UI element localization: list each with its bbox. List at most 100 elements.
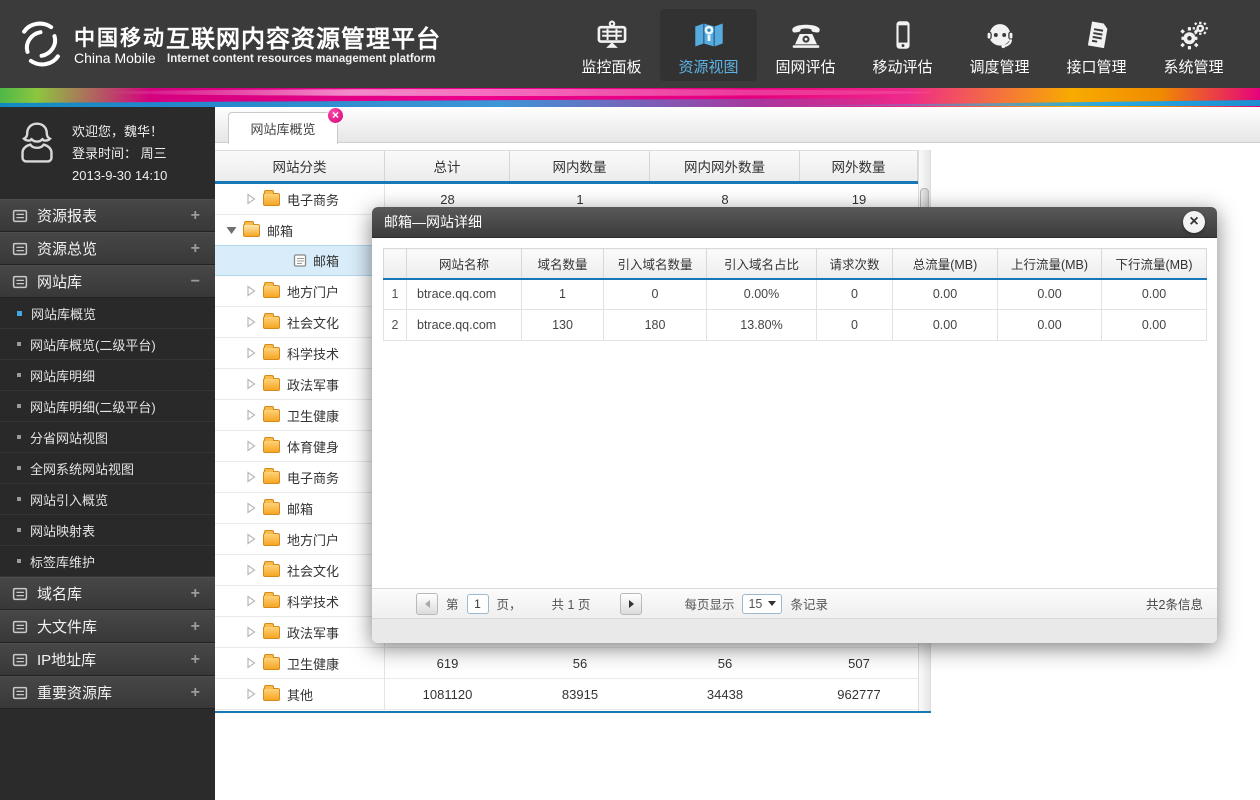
modal-column-header-网站名称[interactable]: 网站名称 [406,248,522,280]
welcome-text: 欢迎您，魏华！ [72,124,164,139]
sidebar-section-重要资源库[interactable]: 重要资源库 + [0,676,215,709]
modal-cell-引入域名数量: 180 [603,309,707,341]
nav-item-固网评估[interactable]: 固网评估 [757,9,854,81]
modal-column-header-引入域名占比[interactable]: 引入域名占比 [706,248,817,280]
caret-right-icon[interactable] [245,378,257,390]
tree-node-科学技术[interactable]: 科学技术 [215,338,385,368]
tree-node-社会文化[interactable]: 社会文化 [215,307,385,337]
sidebar-item-全网系统网站视图[interactable]: 全网系统网站视图 [0,453,215,484]
sidebar-item-网站库概览[interactable]: 网站库概览 [0,298,215,329]
sidebar-section-域名库[interactable]: 域名库 + [0,577,215,610]
caret-right-icon[interactable] [245,316,257,328]
sidebar-item-网站库明细(二级平台)[interactable]: 网站库明细(二级平台) [0,391,215,422]
sidebar-item-分省网站视图[interactable]: 分省网站视图 [0,422,215,453]
tree-node-体育健身[interactable]: 体育健身 [215,431,385,461]
sidebar-item-网站库概览(二级平台)[interactable]: 网站库概览(二级平台) [0,329,215,360]
modal-column-header-index[interactable] [383,248,407,280]
minus-icon[interactable]: − [191,273,200,291]
nav-item-资源视图[interactable]: 资源视图 [660,9,757,81]
tree-node-邮箱[interactable]: 邮箱 [215,493,385,523]
sidebar-item-网站引入概览[interactable]: 网站引入概览 [0,484,215,515]
sidebar-section-网站库[interactable]: 网站库 − [0,265,215,298]
plus-icon[interactable]: + [191,618,200,636]
plus-icon[interactable]: + [191,684,200,702]
nav-item-系统管理[interactable]: 系统管理 [1145,9,1242,81]
caret-down-icon[interactable] [225,226,237,235]
caret-right-icon[interactable] [245,193,257,205]
sidebar-section-资源报表[interactable]: 资源报表 + [0,199,215,232]
tab-close-icon[interactable]: × [327,107,344,124]
caret-right-icon[interactable] [245,440,257,452]
tree-node-label: 科学技术 [287,346,340,362]
nav-item-调度管理[interactable]: 调度管理 [951,9,1048,81]
modal-column-header-域名数量[interactable]: 域名数量 [521,248,604,280]
bullet-icon [17,497,21,501]
tree-node-邮箱[interactable]: 邮箱 [215,215,385,245]
modal-column-header-下行流量(MB)[interactable]: 下行流量(MB) [1101,248,1207,280]
tree-node-其他[interactable]: 其他 [215,679,385,709]
tree-node-邮箱[interactable]: 邮箱 [215,246,385,275]
column-header-网站分类[interactable]: 网站分类 [215,151,385,181]
modal-cell-网站名称: btrace.qq.com [406,309,522,341]
plus-icon[interactable]: + [191,651,200,669]
tree-node-地方门户[interactable]: 地方门户 [215,524,385,554]
prev-page-button[interactable] [416,592,438,615]
tab-website-overview[interactable]: 网站库概览 × [228,107,344,144]
modal-column-header-上行流量(MB)[interactable]: 上行流量(MB) [997,248,1102,280]
sidebar-item-网站映射表[interactable]: 网站映射表 [0,515,215,546]
column-header-网内数量[interactable]: 网内数量 [510,151,650,181]
modal-table-row[interactable]: 1 btrace.qq.com 1 0 0.00% 0 0.00 0.00 0.00 [383,278,1207,310]
table-row[interactable]: 其他 1081120 83915 34438 962777 [215,679,918,710]
caret-right-icon[interactable] [245,409,257,421]
plus-icon[interactable]: + [191,207,200,225]
caret-right-icon[interactable] [245,502,257,514]
caret-right-icon[interactable] [245,688,257,700]
page-subtitle: Internet content resources management pl… [167,53,436,65]
tree-node-科学技术[interactable]: 科学技术 [215,586,385,616]
nav-item-移动评估[interactable]: 移动评估 [854,9,951,81]
caret-right-icon[interactable] [245,533,257,545]
sidebar-section-大文件库[interactable]: 大文件库 + [0,610,215,643]
page-number-input[interactable]: 1 [466,593,489,614]
column-header-网内网外数量[interactable]: 网内网外数量 [650,151,800,181]
modal-column-header-总流量(MB)[interactable]: 总流量(MB) [892,248,998,280]
per-page-select[interactable]: 15 [742,593,783,614]
tree-node-卫生健康[interactable]: 卫生健康 [215,400,385,430]
brand-name-en: China Mobile [74,50,156,66]
plus-icon[interactable]: + [191,240,200,258]
next-page-button[interactable] [620,592,643,615]
tree-node-政法军事[interactable]: 政法军事 [215,369,385,399]
caret-right-icon[interactable] [245,285,257,297]
page-icon [293,253,307,268]
sidebar-section-资源总览[interactable]: 资源总览 + [0,232,215,265]
nav-item-监控面板[interactable]: 监控面板 [563,9,660,81]
caret-right-icon[interactable] [245,626,257,638]
sidebar-item-网站库明细[interactable]: 网站库明细 [0,360,215,391]
modal-header[interactable]: 邮箱—网站详细 × [372,207,1217,238]
modal-close-icon[interactable]: × [1183,211,1205,233]
caret-right-icon[interactable] [245,564,257,576]
modal-table-row[interactable]: 2 btrace.qq.com 130 180 13.80% 0 0.00 0.00 0.00 [383,309,1207,341]
table-row[interactable]: 卫生健康 619 56 56 507 [215,648,918,679]
caret-right-icon[interactable] [245,657,257,669]
plus-icon[interactable]: + [191,585,200,603]
caret-right-icon[interactable] [245,347,257,359]
caret-right-icon[interactable] [245,471,257,483]
tree-node-地方门户[interactable]: 地方门户 [215,276,385,306]
modal-cell-网站名称: btrace.qq.com [406,278,522,310]
folder-icon [263,436,280,453]
tree-node-政法军事[interactable]: 政法军事 [215,617,385,647]
app-root: 中国移动 China Mobile 互联网内容资源管理平台 Internet c… [0,0,1260,800]
tree-node-电子商务[interactable]: 电子商务 [215,184,385,214]
modal-column-header-请求次数[interactable]: 请求次数 [816,248,893,280]
sidebar-item-标签库维护[interactable]: 标签库维护 [0,546,215,577]
tree-node-电子商务[interactable]: 电子商务 [215,462,385,492]
column-header-总计[interactable]: 总计 [385,151,510,181]
column-header-网外数量[interactable]: 网外数量 [800,151,918,181]
modal-column-header-引入域名数量[interactable]: 引入域名数量 [603,248,707,280]
nav-item-接口管理[interactable]: 接口管理 [1048,9,1145,81]
sidebar-section-IP地址库[interactable]: IP地址库 + [0,643,215,676]
tree-node-卫生健康[interactable]: 卫生健康 [215,648,385,678]
tree-node-社会文化[interactable]: 社会文化 [215,555,385,585]
caret-right-icon[interactable] [245,595,257,607]
